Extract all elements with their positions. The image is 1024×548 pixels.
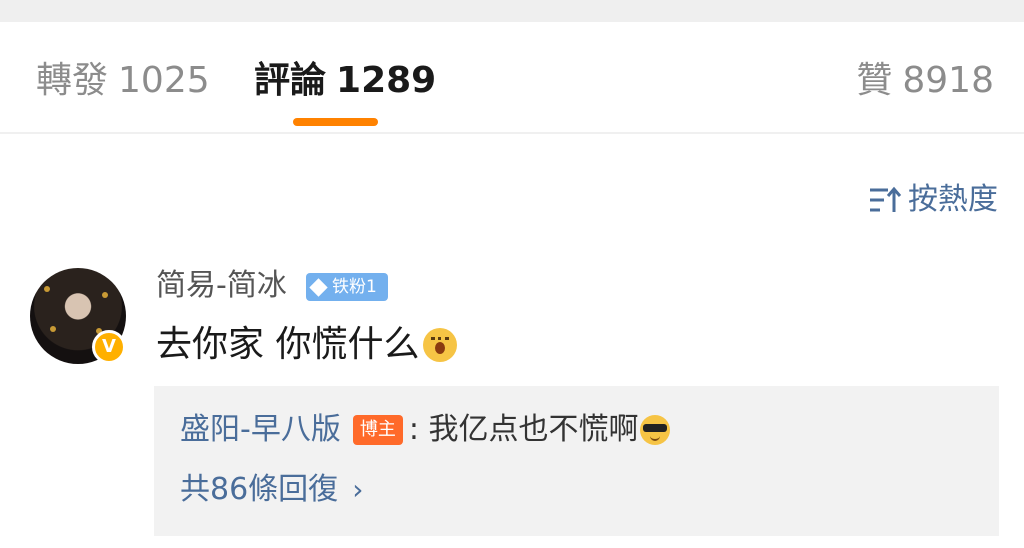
cool-emoji-icon — [640, 415, 671, 445]
tab-likes[interactable]: 贊 8918 — [856, 58, 994, 104]
tab-likes-label: 贊 — [856, 60, 893, 101]
avatar-light-dot — [44, 286, 50, 292]
tab-repost-count: 1025 — [118, 60, 210, 101]
verified-badge-icon: V — [92, 330, 126, 364]
active-tab-indicator — [293, 118, 378, 126]
sort-icon — [870, 186, 902, 212]
avatar-light-dot — [50, 326, 56, 332]
diamond-icon — [309, 277, 328, 297]
fan-level-badge: 铁粉1 — [306, 273, 388, 301]
tab-repost-label: 轉發 — [36, 60, 109, 101]
reply-line: 盛阳-早八版 博主 : 我亿点也不慌啊 — [180, 408, 671, 452]
reply-author[interactable]: 盛阳-早八版 — [180, 408, 341, 452]
tab-likes-count: 8918 — [902, 60, 994, 101]
comment-username[interactable]: 简易-简冰 — [156, 266, 287, 306]
tab-comments-count: 1289 — [336, 60, 437, 101]
reply-text: : 我亿点也不慌啊 — [408, 412, 639, 447]
avatar-light-dot — [102, 292, 108, 298]
sort-label: 按熱度 — [908, 182, 998, 217]
tab-repost[interactable]: 轉發 1025 — [36, 58, 210, 104]
blogger-badge: 博主 — [352, 415, 403, 445]
tab-bar: 轉發 1025 評論 1289 贊 8918 — [0, 22, 1024, 134]
fan-level-label: 铁粉1 — [332, 277, 377, 297]
reply-count-label: 共86條回復 — [180, 472, 339, 507]
comment-body: 去你家 你慌什么 — [156, 322, 458, 368]
view-replies-link[interactable]: 共86條回復 › — [180, 468, 363, 512]
chevron-right-icon: › — [352, 473, 364, 506]
sort-button[interactable]: 按熱度 — [868, 180, 998, 220]
tab-comments-label: 評論 — [254, 60, 327, 101]
reply-preview[interactable]: 盛阳-早八版 博主 : 我亿点也不慌啊 共86條回復 › — [154, 386, 999, 536]
surprised-emoji-icon — [423, 328, 458, 362]
comment-text: 去你家 你慌什么 — [156, 324, 420, 365]
tab-comments[interactable]: 評論 1289 — [254, 58, 436, 104]
status-bar-band — [0, 0, 1024, 22]
